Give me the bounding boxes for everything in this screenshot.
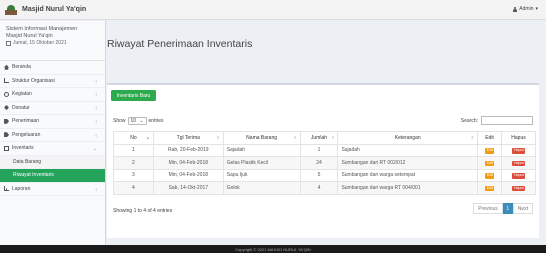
- column-header-hapus: Hapus: [501, 131, 536, 145]
- previous-page-button[interactable]: Previous: [473, 203, 503, 214]
- search-label: Search:: [460, 117, 478, 124]
- show-entries: Show 10 ⌄ entries: [113, 117, 164, 125]
- mosque-logo-icon: [5, 4, 17, 15]
- delete-button[interactable]: Hapus: [512, 148, 525, 154]
- current-date: Jumat, 15 Oktober 2021: [6, 40, 99, 46]
- brand[interactable]: Masjid Nurul Ya'qin: [0, 0, 106, 20]
- sort-icon: ⇕: [470, 134, 475, 140]
- chevron-left-icon: ‹: [95, 92, 97, 98]
- table-row: 3 Min, 04-Feb-2018 Sapu Ijuk 5 Sumbangan…: [113, 168, 536, 182]
- edit-button[interactable]: Edit: [485, 173, 495, 179]
- user-label: Admin: [519, 6, 534, 12]
- system-name-line2: Masjid Nurul Ya'qin: [6, 32, 53, 39]
- footer: Copyright © 2021 MASJID NURUL YA'QIN: [0, 245, 546, 253]
- delete-button[interactable]: Hapus: [512, 185, 525, 191]
- heart-icon: [3, 105, 10, 111]
- user-icon: [512, 6, 517, 12]
- top-bar: Masjid Nurul Ya'qin Admin ▾: [0, 0, 546, 20]
- delete-button[interactable]: Hapus: [512, 173, 525, 179]
- column-header-tgl-terima[interactable]: Tgl Terima ⇕: [152, 131, 224, 145]
- table-header-row: No ▲ Tgl Terima ⇕ Nama Barang ⇕ Jumlah ⇕ Ket…: [113, 131, 536, 145]
- page-title: Riwayat Penerimaan Inventaris: [107, 38, 253, 50]
- sitemap-icon: [4, 78, 9, 84]
- sidebar-item-pengeluaran[interactable]: Pengeluaran ‹: [0, 129, 105, 142]
- sort-icon: ⇕: [216, 134, 220, 140]
- chevron-down-icon: ⌄: [139, 118, 144, 124]
- chevron-left-icon: ‹: [95, 78, 97, 85]
- app-title: Masjid Nurul Ya'qin: [22, 6, 87, 13]
- user-menu[interactable]: Admin ▾: [512, 6, 538, 12]
- sort-icon: ⇕: [293, 134, 297, 140]
- chevron-down-icon: ⌄: [92, 146, 97, 152]
- column-header-jumlah[interactable]: Jumlah ⇕: [299, 131, 339, 145]
- calendar-icon: [6, 40, 11, 46]
- page-1-button[interactable]: 1: [502, 203, 513, 214]
- sidebar-item-riwayat-inventaris[interactable]: Riwayat Inventaris: [0, 169, 105, 183]
- column-header-no[interactable]: No ▲: [113, 131, 154, 145]
- table-row: 1 Rab, 20-Feb-2019 Sajadah 1 Sajadah Edi…: [113, 143, 536, 157]
- tag-icon: [4, 132, 9, 138]
- sidebar-item-struktur-organisasi[interactable]: Struktur Organisasi ‹: [0, 75, 105, 88]
- chart-icon: [4, 186, 9, 192]
- sidebar-item-penerimaan[interactable]: Penerimaan ‹: [0, 115, 105, 129]
- chevron-left-icon: ‹: [95, 105, 97, 112]
- tag-icon: [4, 118, 9, 124]
- sidebar-item-data-barang[interactable]: Data Barang: [0, 155, 105, 169]
- edit-button[interactable]: Edit: [485, 160, 495, 166]
- chevron-left-icon: ‹: [95, 119, 97, 125]
- sidebar-item-donatur[interactable]: Donatur ‹: [0, 102, 105, 115]
- inventory-table: No ▲ Tgl Terima ⇕ Nama Barang ⇕ Jumlah ⇕ Ket…: [113, 131, 536, 195]
- main-content: Riwayat Penerimaan Inventaris Inventaris…: [107, 21, 546, 245]
- sidebar-item-laporan[interactable]: Laporan ‹: [0, 183, 105, 196]
- column-header-edit: Edit: [477, 131, 502, 145]
- edit-button[interactable]: Edit: [485, 185, 495, 191]
- sidebar-item-beranda[interactable]: Beranda: [0, 61, 105, 75]
- search-input[interactable]: [481, 116, 533, 125]
- sort-icon: ⇕: [331, 134, 335, 140]
- table-row: 2 Min, 04-Feb-2018 Gelas Plastik Kecil 2…: [113, 156, 536, 170]
- column-header-keterangan[interactable]: Keterangan ⇕: [337, 131, 479, 145]
- inventory-box: Inventaris Baru Show 10 ⌄ entries Search…: [107, 83, 539, 238]
- next-page-button[interactable]: Next: [512, 203, 533, 214]
- sidebar: Sistem Informasi Manajemen Masjid Nurul …: [0, 21, 106, 245]
- home-icon: [4, 64, 9, 70]
- system-info: Sistem Informasi Manajemen Masjid Nurul …: [0, 21, 105, 61]
- table-row: 4 Sab, 14-Okt-2017 Golok 4 Sumbangan dar…: [113, 181, 536, 195]
- delete-button[interactable]: Hapus: [512, 160, 525, 166]
- entries-select[interactable]: 10 ⌄: [127, 117, 147, 125]
- box-icon: [4, 145, 9, 151]
- chevron-left-icon: ‹: [95, 186, 97, 193]
- search-area: Search:: [461, 116, 533, 125]
- sidebar-item-inventaris[interactable]: Inventaris ⌄: [0, 142, 105, 156]
- chevron-down-icon: ▾: [535, 6, 538, 12]
- chevron-left-icon: ‹: [95, 132, 97, 139]
- pagination: Previous 1 Next: [473, 203, 533, 214]
- column-header-nama-barang[interactable]: Nama Barang ⇕: [222, 131, 301, 145]
- sort-asc-icon: ▲: [145, 134, 150, 140]
- gear-icon: [4, 91, 9, 97]
- new-inventory-button[interactable]: Inventaris Baru: [111, 90, 156, 101]
- edit-button[interactable]: Edit: [485, 148, 495, 154]
- sidebar-item-kegiatan[interactable]: Kegiatan ‹: [0, 88, 105, 102]
- entries-info: Showing 1 to 4 of 4 entries: [113, 208, 173, 214]
